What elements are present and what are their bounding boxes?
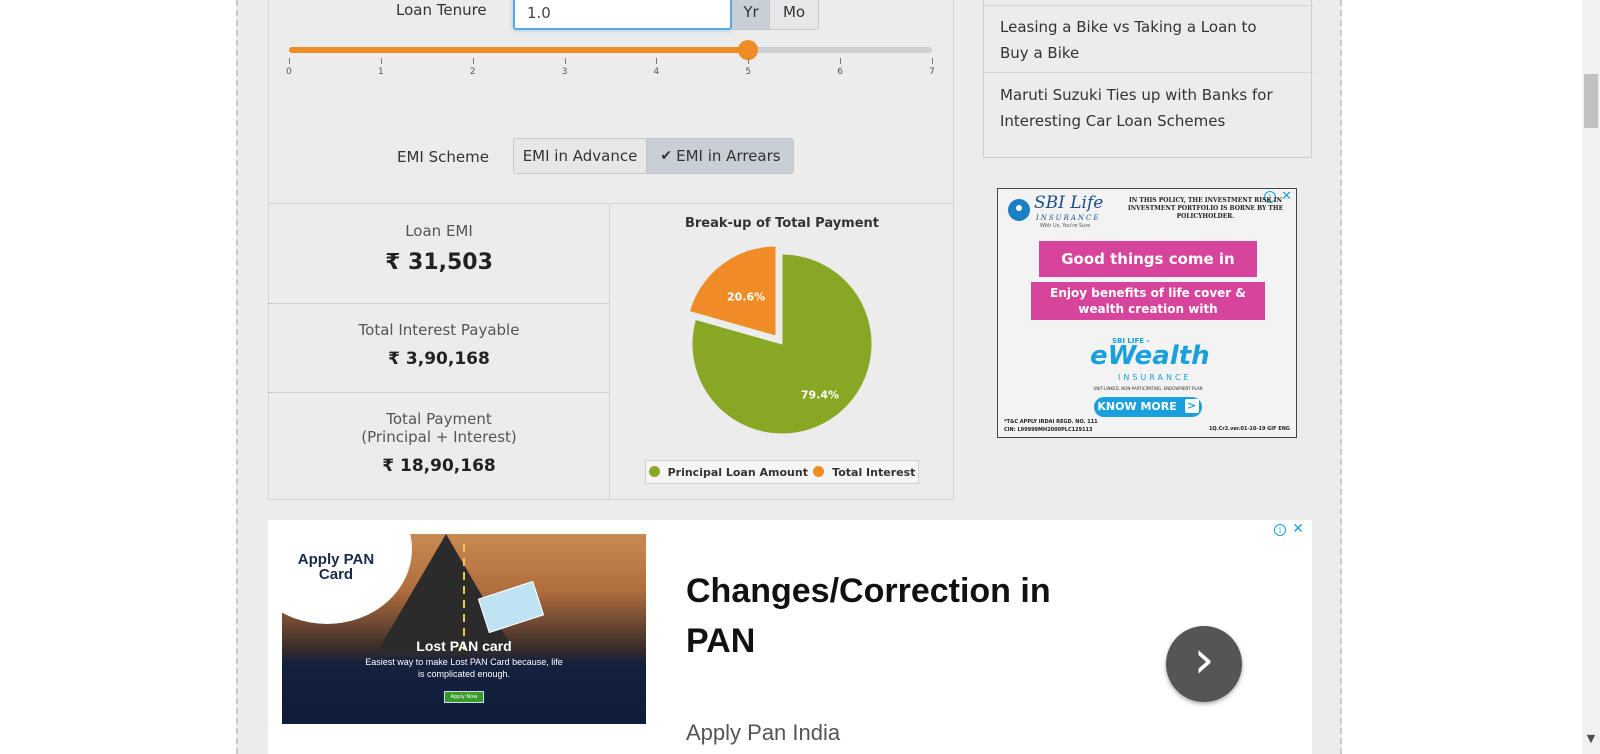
loan-tenure-input[interactable]: 1.0 — [513, 0, 732, 30]
scrollbar-thumb[interactable] — [1584, 74, 1598, 128]
emi-in-advance-button[interactable]: EMI in Advance — [513, 138, 647, 174]
slider-tick — [564, 58, 566, 64]
total-payment-block: Total Payment (Principal + Interest) ₹ 1… — [268, 410, 610, 476]
slider-tick — [748, 58, 750, 64]
emi-scheme-label: EMI Scheme — [397, 148, 489, 166]
emi-in-arrears-button[interactable]: ✔ EMI in Arrears — [647, 138, 794, 174]
pan-ad-advertiser[interactable]: Apply Pan India — [686, 720, 840, 746]
payment-breakup-pie-chart: 79.4% 20.6% — [688, 245, 873, 435]
pie-label-interest: 20.6% — [727, 291, 765, 304]
sbi-headline: Good things come in pairs! — [1039, 241, 1257, 304]
sbi-brand: SBI Life — [1034, 193, 1104, 213]
scroll-down-arrow-icon[interactable]: ▼ — [1582, 732, 1600, 750]
related-articles-panel: Leasing a Bike vs Taking a Loan to Buy a… — [983, 0, 1313, 158]
total-payment-sublabel: (Principal + Interest) — [361, 428, 517, 446]
slider-tick — [380, 58, 382, 64]
legend-item-interest[interactable]: Total Interest — [813, 465, 916, 479]
emi-in-arrears-label: EMI in Arrears — [676, 147, 781, 165]
pan-ad-headline[interactable]: Changes/Correction in PAN — [686, 566, 1066, 666]
total-interest-value: ₹ 3,90,168 — [388, 349, 490, 369]
pan-apply-now-button[interactable]: Apply Now — [444, 691, 484, 703]
pan-ad-subtitle: Lost PAN card — [416, 638, 512, 654]
pan-ad-title: Apply PAN Card — [297, 551, 375, 583]
sbi-footer-right: 1Q.Cr2.ver.01-10-19 GIF ENG — [1208, 426, 1290, 432]
next-button[interactable]: › — [1166, 626, 1242, 702]
loan-tenure-label: Loan Tenure — [396, 1, 487, 19]
divider — [984, 72, 1313, 73]
principal-color-swatch — [648, 465, 660, 477]
chevron-right-icon: › — [1193, 630, 1215, 690]
pan-ad-image[interactable]: Apply PAN Card Lost PAN card Easiest way… — [282, 534, 646, 724]
related-article-link[interactable]: Leasing a Bike vs Taking a Loan to Buy a… — [1000, 14, 1290, 66]
tenure-slider-fill — [289, 47, 749, 53]
results-summary: Loan EMI ₹ 31,503 Total Interest Payable… — [268, 204, 610, 501]
sbi-disclaimer: IN THIS POLICY, THE INVESTMENT RISK IN I… — [1127, 197, 1284, 220]
know-more-label: KNOW MORE — [1097, 400, 1177, 413]
loan-emi-value: ₹ 31,503 — [385, 250, 493, 275]
slider-tick-label: 0 — [286, 67, 292, 77]
sbi-logo-icon — [1008, 199, 1030, 221]
ad-close-icon[interactable]: ✕ — [1292, 521, 1304, 537]
loan-emi-block: Loan EMI ₹ 31,503 — [268, 222, 610, 275]
sbi-brand-sub: INSURANCE — [1036, 214, 1101, 222]
slider-tick-label: 5 — [745, 67, 752, 77]
sbi-life-ad[interactable]: i ✕ SBI Life INSURANCE With Us, You're S… — [997, 188, 1297, 438]
tenure-unit-year-button[interactable]: Yr — [732, 0, 770, 30]
loan-emi-label: Loan EMI — [405, 222, 473, 240]
ewealth-logo: SBI LIFE - eWealth INSURANCE — [1090, 335, 1220, 387]
check-icon: ✔ — [660, 148, 673, 164]
sbi-tagline: With Us, You're Sure — [1040, 223, 1091, 229]
arrow-right-icon: > — [1184, 399, 1199, 413]
pan-ad-body: Easiest way to make Lost PAN Card becaus… — [365, 657, 563, 679]
related-article-link[interactable]: Maruti Suzuki Ties up with Banks for Int… — [1000, 82, 1290, 134]
ewealth-desc: UNIT-LINKED, NON-PARTICIPATING, ENDOWMEN… — [1093, 386, 1203, 391]
divider — [984, 5, 1313, 6]
pan-card-ad[interactable]: i ✕ Apply PAN Card Lost PAN card Easiest… — [268, 520, 1312, 754]
slider-tick-label: 7 — [929, 67, 935, 77]
slider-tick-label: 1 — [377, 67, 384, 77]
ewealth-name: eWealth — [1090, 341, 1210, 371]
total-payment-label: Total Payment — [386, 410, 492, 428]
legend-principal-label: Principal Loan Amount — [667, 465, 808, 479]
slider-tick — [656, 58, 658, 64]
slider-tick-label: 4 — [653, 67, 660, 77]
pie-label-principal: 79.4% — [801, 388, 839, 401]
interest-color-swatch — [813, 465, 825, 477]
slider-tick — [289, 58, 290, 64]
slider-tick — [472, 58, 474, 64]
slider-tick — [932, 58, 933, 64]
chart-title: Break-up of Total Payment — [684, 216, 880, 231]
sbi-footer-left2: CIN: L99999MH2000PLC129113 — [1004, 427, 1093, 433]
slider-tick — [840, 58, 842, 64]
ewealth-sub: INSURANCE — [1118, 373, 1192, 382]
total-interest-block: Total Interest Payable ₹ 3,90,168 — [268, 321, 610, 369]
slider-tick-label: 6 — [837, 67, 843, 77]
ad-info-icon[interactable]: i — [1274, 524, 1286, 536]
slider-tick-label: 2 — [469, 67, 476, 77]
divider — [268, 303, 610, 304]
total-interest-label: Total Interest Payable — [358, 321, 520, 339]
know-more-button[interactable]: KNOW MORE > — [1094, 397, 1202, 417]
legend-item-principal[interactable]: Principal Loan Amount — [648, 465, 808, 479]
tenure-unit-month-button[interactable]: Mo — [769, 0, 819, 30]
chart-legend: Principal Loan Amount Total Interest — [645, 460, 919, 484]
slider-tick-label: 3 — [561, 67, 568, 77]
divider — [268, 392, 610, 393]
total-payment-value: ₹ 18,90,168 — [382, 456, 496, 476]
sbi-footer-left: *T&C APPLY IRDAI REGD. NO. 111 — [1004, 419, 1098, 425]
legend-interest-label: Total Interest — [832, 465, 916, 479]
sbi-subline: Enjoy benefits of life cover & wealth cr… — [1031, 282, 1265, 320]
